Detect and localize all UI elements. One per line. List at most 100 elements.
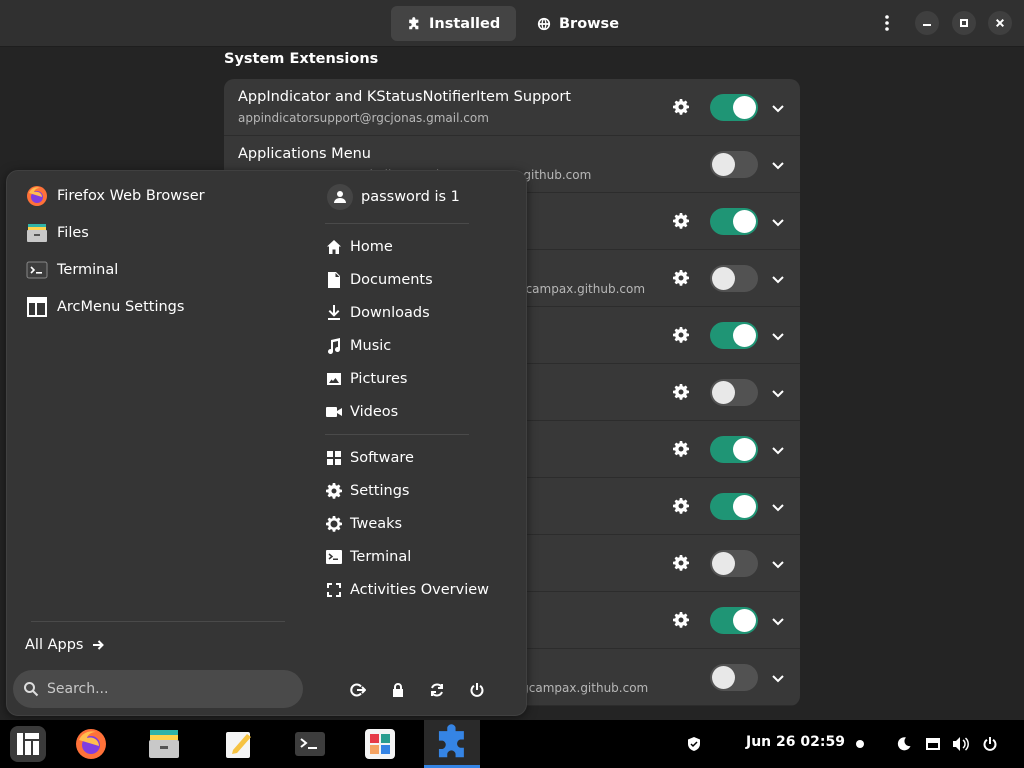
download-icon <box>325 304 343 322</box>
taskbar-extensions[interactable] <box>424 720 480 768</box>
taskbar-menu-button[interactable] <box>0 720 56 768</box>
app-item-files[interactable]: Files <box>25 218 89 248</box>
taskbar-text-editor[interactable] <box>211 720 267 768</box>
extension-row: AppIndicator and KStatusNotifierItem Sup… <box>224 79 800 136</box>
power-button[interactable] <box>464 677 490 703</box>
place-label: Documents <box>350 272 433 288</box>
files-icon <box>149 730 179 758</box>
tab-installed[interactable]: Installed <box>391 6 517 41</box>
shortcut-tweaks[interactable]: Tweaks <box>325 510 402 538</box>
night-light-tray[interactable] <box>894 734 914 754</box>
search-icon <box>24 682 39 697</box>
app-item-terminal[interactable]: Terminal <box>25 255 118 285</box>
toggle-knob <box>712 267 735 290</box>
divider <box>325 223 469 224</box>
power-tray[interactable] <box>980 734 1000 754</box>
toggle-knob <box>712 552 735 575</box>
lock-button[interactable] <box>385 677 411 703</box>
chevron-down-icon[interactable] <box>771 328 785 342</box>
taskbar-terminal[interactable] <box>282 720 338 768</box>
main-menu-button[interactable] <box>875 11 899 35</box>
user-account-button[interactable]: password is 1 <box>327 183 460 211</box>
maximize-button[interactable] <box>952 11 976 35</box>
gear-icon[interactable] <box>673 213 689 229</box>
shortcut-terminal[interactable]: Terminal <box>325 543 411 571</box>
place-pictures[interactable]: Pictures <box>325 365 407 393</box>
app-item-label: Files <box>57 225 89 241</box>
toggle-knob <box>733 96 756 119</box>
taskbar: Jun 26 02:59 <box>0 720 1024 768</box>
extension-toggle[interactable] <box>710 493 758 520</box>
place-downloads[interactable]: Downloads <box>325 299 430 327</box>
close-button[interactable] <box>988 11 1012 35</box>
extension-toggle[interactable] <box>710 94 758 121</box>
app-item-firefox-web-browser[interactable]: Firefox Web Browser <box>25 181 205 211</box>
search-field[interactable] <box>13 670 303 708</box>
volume-tray[interactable] <box>951 734 971 754</box>
gear-icon[interactable] <box>673 99 689 115</box>
minimize-button[interactable] <box>915 11 939 35</box>
chevron-down-icon[interactable] <box>771 157 785 171</box>
header-bar: Installed Browse <box>0 0 1024 47</box>
chevron-down-icon[interactable] <box>771 442 785 456</box>
gear-icon[interactable] <box>673 327 689 343</box>
chevron-down-icon[interactable] <box>771 271 785 285</box>
shield-icon <box>688 737 700 751</box>
close-icon <box>996 19 1004 27</box>
keyboard-tray[interactable] <box>923 734 943 754</box>
place-videos[interactable]: Videos <box>325 398 398 426</box>
shortcut-settings[interactable]: Settings <box>325 477 409 505</box>
gear-icon[interactable] <box>673 441 689 457</box>
gear-icon[interactable] <box>673 498 689 514</box>
extension-toggle[interactable] <box>710 265 758 292</box>
place-documents[interactable]: Documents <box>325 266 433 294</box>
extension-name: AppIndicator and KStatusNotifierItem Sup… <box>238 89 571 105</box>
power-icon <box>983 737 997 751</box>
extension-toggle[interactable] <box>710 379 758 406</box>
gear-icon <box>325 482 343 500</box>
shortcut-software[interactable]: Software <box>325 444 414 472</box>
taskbar-files[interactable] <box>136 720 192 768</box>
globe-icon <box>537 17 551 30</box>
toggle-knob <box>733 495 756 518</box>
tab-browse[interactable]: Browse <box>521 6 635 41</box>
search-input[interactable] <box>47 681 277 697</box>
chevron-down-icon[interactable] <box>771 499 785 513</box>
shield-tray[interactable] <box>684 734 704 754</box>
extension-toggle[interactable] <box>710 607 758 634</box>
taskbar-software[interactable] <box>352 720 408 768</box>
app-item-label: Terminal <box>57 262 119 278</box>
place-home[interactable]: Home <box>325 233 393 261</box>
chevron-down-icon[interactable] <box>771 214 785 228</box>
chevron-down-icon[interactable] <box>771 385 785 399</box>
place-music[interactable]: Music <box>325 332 391 360</box>
app-item-arcmenu-settings[interactable]: ArcMenu Settings <box>25 292 184 322</box>
gear-icon[interactable] <box>673 270 689 286</box>
power-icon <box>470 683 484 697</box>
gear-icon[interactable] <box>673 612 689 628</box>
extension-toggle[interactable] <box>710 322 758 349</box>
taskbar-firefox[interactable] <box>63 720 119 768</box>
chevron-down-icon[interactable] <box>771 556 785 570</box>
user-label: password is 1 <box>361 189 460 205</box>
extension-toggle[interactable] <box>710 208 758 235</box>
gear-icon[interactable] <box>673 555 689 571</box>
extension-toggle[interactable] <box>710 550 758 577</box>
restart-icon <box>431 683 443 697</box>
chevron-down-icon[interactable] <box>771 613 785 627</box>
all-apps-button[interactable]: All Apps <box>25 633 105 657</box>
place-label: Downloads <box>350 305 430 321</box>
clock[interactable]: Jun 26 02:59 <box>746 734 845 750</box>
shortcut-activities-overview[interactable]: Activities Overview <box>325 576 489 604</box>
home-icon <box>325 238 343 256</box>
manjaro-menu-icon <box>10 726 46 762</box>
volume-icon <box>953 737 969 751</box>
gear-icon[interactable] <box>673 384 689 400</box>
restart-button[interactable] <box>424 677 450 703</box>
chevron-down-icon[interactable] <box>771 670 785 684</box>
chevron-down-icon[interactable] <box>771 100 785 114</box>
logout-button[interactable] <box>345 677 371 703</box>
extension-toggle[interactable] <box>710 151 758 178</box>
extension-toggle[interactable] <box>710 664 758 691</box>
extension-toggle[interactable] <box>710 436 758 463</box>
